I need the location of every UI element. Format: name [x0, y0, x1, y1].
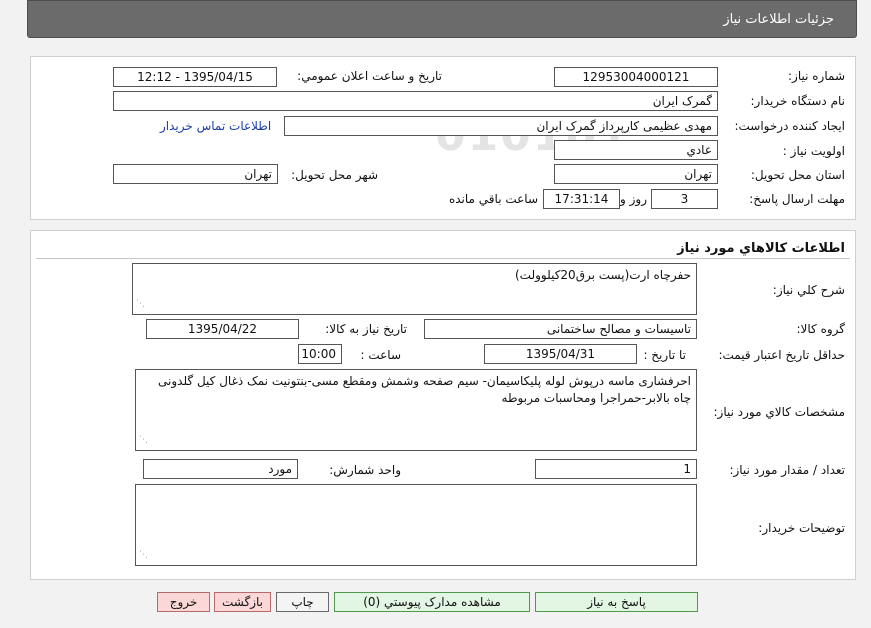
deadline-days-unit: روز و — [620, 192, 647, 206]
buyer-notes-field[interactable]: ⋰ — [135, 484, 697, 566]
need-number-field[interactable]: 12953004000121 — [554, 67, 718, 87]
validity-hour-label: ساعت : — [360, 348, 401, 362]
goods-group-label: گروه كالا: — [796, 322, 846, 336]
need-summary-text: حفرچاه ارت(پست برق20کیلوولت) — [514, 268, 691, 282]
priority-label: اولویت نیاز : — [782, 144, 845, 158]
request-creator-field[interactable]: مهدی عظیمی کارپرداز گمرک ایران — [284, 116, 718, 136]
priority-field[interactable]: عادي — [554, 140, 718, 160]
need-date-label: تاریخ نیاز به کالا: — [325, 322, 407, 336]
validity-hour-field[interactable]: 10:00 — [298, 344, 342, 364]
announce-datetime-label: تاریخ و ساعت اعلان عمومي: — [297, 69, 442, 83]
section-divider — [36, 258, 850, 259]
need-number-label: شماره نیاز: — [788, 69, 845, 83]
need-summary-field[interactable]: حفرچاه ارت(پست برق20کیلوولت) ⋰ — [132, 263, 697, 315]
need-summary-label: شرح كلي نياز: — [772, 283, 845, 297]
resize-grip-icon[interactable]: ⋰ — [139, 547, 148, 564]
delivery-city-field[interactable]: تهران — [113, 164, 278, 184]
delivery-province-field[interactable]: تهران — [554, 164, 718, 184]
goods-spec-label: مشخصات كالاي مورد نياز: — [713, 405, 845, 419]
buyer-notes-label: توضيحات خريدار: — [758, 521, 845, 535]
quantity-label: تعداد / مقدار مورد نیاز: — [729, 463, 845, 477]
buyer-org-field[interactable]: گمرک ایران — [113, 91, 718, 111]
buyer-org-label: نام دستگاه خریدار: — [750, 94, 846, 108]
reply-to-need-button[interactable]: پاسخ به نیاز — [535, 592, 698, 612]
goods-group-field[interactable]: تاسیسات و مصالح ساختمانی — [424, 319, 697, 339]
request-creator-label: ایجاد کننده درخواست: — [734, 119, 845, 133]
announce-datetime-field[interactable]: 1395/04/15 - 12:12 — [113, 67, 277, 87]
view-attachments-button[interactable]: مشاهده مدارک پیوستي (0) — [334, 592, 530, 612]
unit-label: واحد شمارش: — [329, 463, 401, 477]
deadline-time-field[interactable]: 17:31:14 — [543, 189, 620, 209]
goods-spec-text: احرفشاری ماسه درپوش لوله پلیکاسیمان- سیم… — [158, 374, 691, 405]
window-title-bar: جزئیات اطلاعات نیاز — [27, 0, 857, 38]
delivery-province-label: استان محل تحویل: — [750, 168, 845, 182]
validity-date-field[interactable]: 1395/04/31 — [484, 344, 637, 364]
resize-grip-icon[interactable]: ⋰ — [139, 432, 148, 449]
deadline-label: مهلت ارسال پاسخ: — [749, 192, 845, 206]
page-title: جزئیات اطلاعات نیاز — [723, 12, 834, 27]
print-button[interactable]: چاپ — [276, 592, 329, 612]
unit-field[interactable]: مورد — [143, 459, 298, 479]
goods-section-title: اطلاعات كالاهاي مورد نياز — [677, 241, 845, 256]
deadline-days-field[interactable]: 3 — [651, 189, 718, 209]
goods-spec-field[interactable]: احرفشاری ماسه درپوش لوله پلیکاسیمان- سیم… — [135, 369, 697, 451]
back-button[interactable]: بازگشت — [214, 592, 271, 612]
need-date-field[interactable]: 1395/04/22 — [146, 319, 299, 339]
exit-button[interactable]: خروج — [157, 592, 210, 612]
buyer-contact-link[interactable]: اطلاعات تماس خریدار — [160, 119, 271, 133]
time-remaining-label: ساعت باقي مانده — [448, 192, 538, 206]
resize-grip-icon[interactable]: ⋰ — [136, 296, 145, 313]
quantity-field[interactable]: 1 — [535, 459, 697, 479]
delivery-city-label: شهر محل تحویل: — [291, 168, 378, 182]
price-validity-label: حداقل تاریخ اعتبار قیمت: — [718, 348, 845, 362]
to-date-label: تا تاریخ : — [643, 348, 686, 362]
